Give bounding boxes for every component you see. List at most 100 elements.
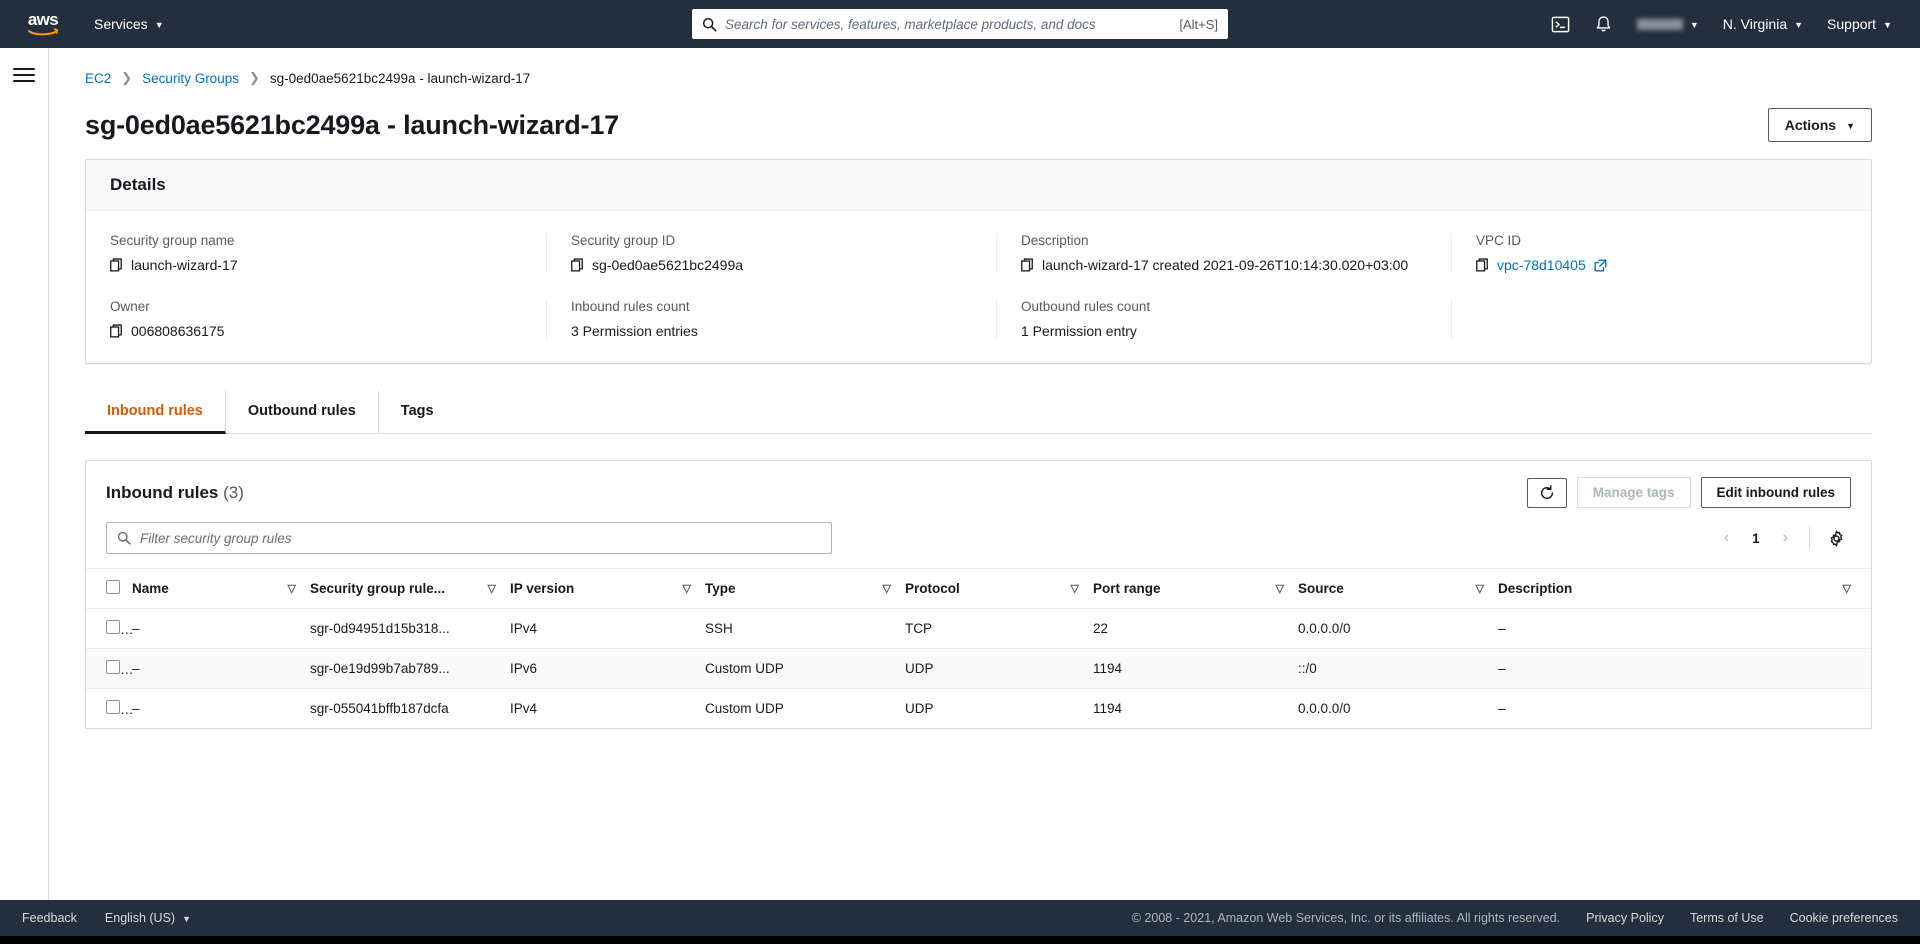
support-menu-label: Support: [1827, 16, 1877, 32]
breadcrumb: EC2 ❯ Security Groups ❯ sg-0ed0ae5621bc2…: [85, 70, 1872, 86]
breadcrumb-item-current: sg-0ed0ae5621bc2499a - launch-wizard-17: [269, 70, 531, 86]
column-header-security-group-rule-id[interactable]: Security group rule... ▽: [310, 568, 510, 609]
cookie-preferences-link[interactable]: Cookie preferences: [1790, 911, 1898, 925]
main-content: EC2 ❯ Security Groups ❯ sg-0ed0ae5621bc2…: [49, 48, 1920, 900]
language-selector[interactable]: English (US) ▼: [105, 911, 191, 925]
sort-icon[interactable]: ▽: [883, 582, 891, 595]
column-label: Description: [1498, 581, 1573, 596]
detail-value: 006808636175: [131, 323, 225, 339]
column-label: Source: [1298, 581, 1344, 596]
sort-icon[interactable]: ▽: [1843, 582, 1851, 595]
cell-name: –: [132, 701, 140, 716]
copy-icon[interactable]: [571, 258, 584, 272]
region-menu[interactable]: N. Virginia ▼: [1711, 10, 1815, 38]
pagination: ‹ 1 ›: [1715, 525, 1851, 551]
copy-icon[interactable]: [110, 258, 123, 272]
edit-inbound-rules-button[interactable]: Edit inbound rules: [1700, 477, 1851, 508]
search-input[interactable]: [725, 16, 1172, 32]
detail-value-row: 3 Permission entries: [571, 323, 972, 339]
inbound-rules-filter-row: ‹ 1 ›: [86, 512, 1871, 568]
search-icon: [117, 531, 131, 545]
detail-label: Description: [1021, 233, 1089, 248]
cell-protocol: UDP: [905, 648, 1093, 689]
column-header-ip-version[interactable]: IP version ▽: [510, 568, 705, 609]
table-row[interactable]: – sgr-0e19d99b7ab789... IPv6 Custom UDP …: [86, 648, 1871, 689]
page-title: sg-0ed0ae5621bc2499a - launch-wizard-17: [85, 109, 619, 140]
tab-tags[interactable]: Tags: [379, 391, 456, 434]
breadcrumb-item-security-groups[interactable]: Security Groups: [142, 71, 239, 86]
detail-value: launch-wizard-17: [131, 257, 238, 273]
inbound-rules-table: Name ▽ Security group rule... ▽ IP versi…: [86, 568, 1871, 728]
row-checkbox[interactable]: [106, 660, 120, 674]
table-header: Name ▽ Security group rule... ▽ IP versi…: [86, 568, 1871, 609]
sort-icon[interactable]: ▽: [488, 582, 496, 595]
account-menu[interactable]: ▼: [1625, 13, 1711, 36]
pagination-page-1[interactable]: 1: [1742, 527, 1770, 550]
column-header-protocol[interactable]: Protocol ▽: [905, 568, 1093, 609]
copy-icon[interactable]: [1021, 258, 1034, 272]
column-header-description[interactable]: Description ▽: [1498, 568, 1871, 609]
column-header-type[interactable]: Type ▽: [705, 568, 905, 609]
hamburger-menu-icon[interactable]: [13, 62, 35, 82]
inbound-rules-card-header: Inbound rules (3) Manage tags Edit inbou…: [86, 461, 1871, 512]
row-checkbox[interactable]: [106, 700, 120, 714]
filter-rules-input[interactable]: [140, 530, 821, 546]
detail-value-row: 1 Permission entry: [1021, 323, 1427, 339]
page-header: sg-0ed0ae5621bc2499a - launch-wizard-17 …: [85, 108, 1872, 142]
cloudshell-icon[interactable]: [1539, 9, 1582, 40]
refresh-button[interactable]: [1526, 477, 1567, 508]
support-menu[interactable]: Support ▼: [1815, 10, 1904, 38]
manage-tags-button[interactable]: Manage tags: [1576, 477, 1691, 508]
row-checkbox[interactable]: [106, 620, 120, 634]
pagination-prev-icon[interactable]: ‹: [1715, 525, 1738, 551]
cell-name: –: [132, 608, 310, 649]
aws-smile-icon: [28, 28, 58, 36]
global-search[interactable]: [Alt+S]: [692, 9, 1228, 39]
copyright-text: © 2008 - 2021, Amazon Web Services, Inc.…: [1131, 911, 1561, 925]
inbound-rules-title: Inbound rules (3): [106, 483, 244, 503]
sort-icon[interactable]: ▽: [1276, 582, 1284, 595]
external-link-icon[interactable]: [1594, 259, 1607, 272]
detail-value: 1 Permission entry: [1021, 323, 1137, 339]
cell-type: Custom UDP: [705, 648, 905, 689]
detail-vpc-id: VPC ID vpc-78d10405: [1451, 233, 1871, 273]
column-header-source[interactable]: Source ▽: [1298, 568, 1498, 609]
tab-inbound-rules[interactable]: Inbound rules: [85, 391, 226, 434]
details-row-2: Owner 006808636175 Inbound rules count 3…: [86, 299, 1871, 363]
sort-icon[interactable]: ▽: [1071, 582, 1079, 595]
detail-value: sg-0ed0ae5621bc2499a: [592, 257, 744, 273]
pagination-next-icon[interactable]: ›: [1774, 525, 1797, 551]
select-all-checkbox[interactable]: [106, 580, 120, 594]
terms-of-use-link[interactable]: Terms of Use: [1690, 911, 1764, 925]
table-row[interactable]: – sgr-0d94951d15b318... IPv4 SSH TCP 22 …: [86, 608, 1871, 649]
column-label: Type: [705, 581, 736, 596]
column-label: Security group rule...: [310, 581, 446, 596]
privacy-policy-link[interactable]: Privacy Policy: [1586, 911, 1664, 925]
table-row[interactable]: – sgr-055041bffb187dcfa IPv4 Custom UDP …: [86, 689, 1871, 729]
vpc-id-link[interactable]: vpc-78d10405: [1497, 257, 1586, 273]
sort-icon[interactable]: ▽: [683, 582, 691, 595]
services-menu[interactable]: Services ▼: [90, 12, 168, 36]
sort-icon[interactable]: ▽: [288, 582, 296, 595]
bell-icon[interactable]: [1582, 9, 1625, 40]
page-footer: Feedback English (US) ▼ © 2008 - 2021, A…: [0, 900, 1920, 936]
aws-console-screen: aws Services ▼ [Alt+S]: [0, 0, 1920, 944]
filter-rules-field[interactable]: [106, 522, 832, 554]
tab-bar: Inbound rules Outbound rules Tags: [85, 390, 1872, 434]
breadcrumb-item-ec2[interactable]: EC2: [85, 71, 111, 86]
copy-icon[interactable]: [1476, 258, 1489, 272]
feedback-link[interactable]: Feedback: [22, 911, 77, 925]
column-header-name[interactable]: Name ▽: [132, 568, 310, 609]
detail-label: Inbound rules count: [571, 299, 690, 314]
sort-icon[interactable]: ▽: [1476, 582, 1484, 595]
aws-logo[interactable]: aws: [22, 9, 64, 39]
cell-type: Custom UDP: [705, 701, 784, 716]
details-card: Details Security group name launch-wizar…: [85, 159, 1872, 364]
copy-icon[interactable]: [110, 324, 123, 338]
tab-outbound-rules[interactable]: Outbound rules: [226, 391, 379, 434]
actions-button[interactable]: Actions ▼: [1767, 108, 1872, 142]
breadcrumb-separator-icon: ❯: [248, 70, 260, 85]
cell-ip-version: IPv4: [510, 608, 705, 649]
gear-icon[interactable]: [1822, 526, 1851, 551]
column-header-port-range[interactable]: Port range ▽: [1093, 568, 1298, 609]
